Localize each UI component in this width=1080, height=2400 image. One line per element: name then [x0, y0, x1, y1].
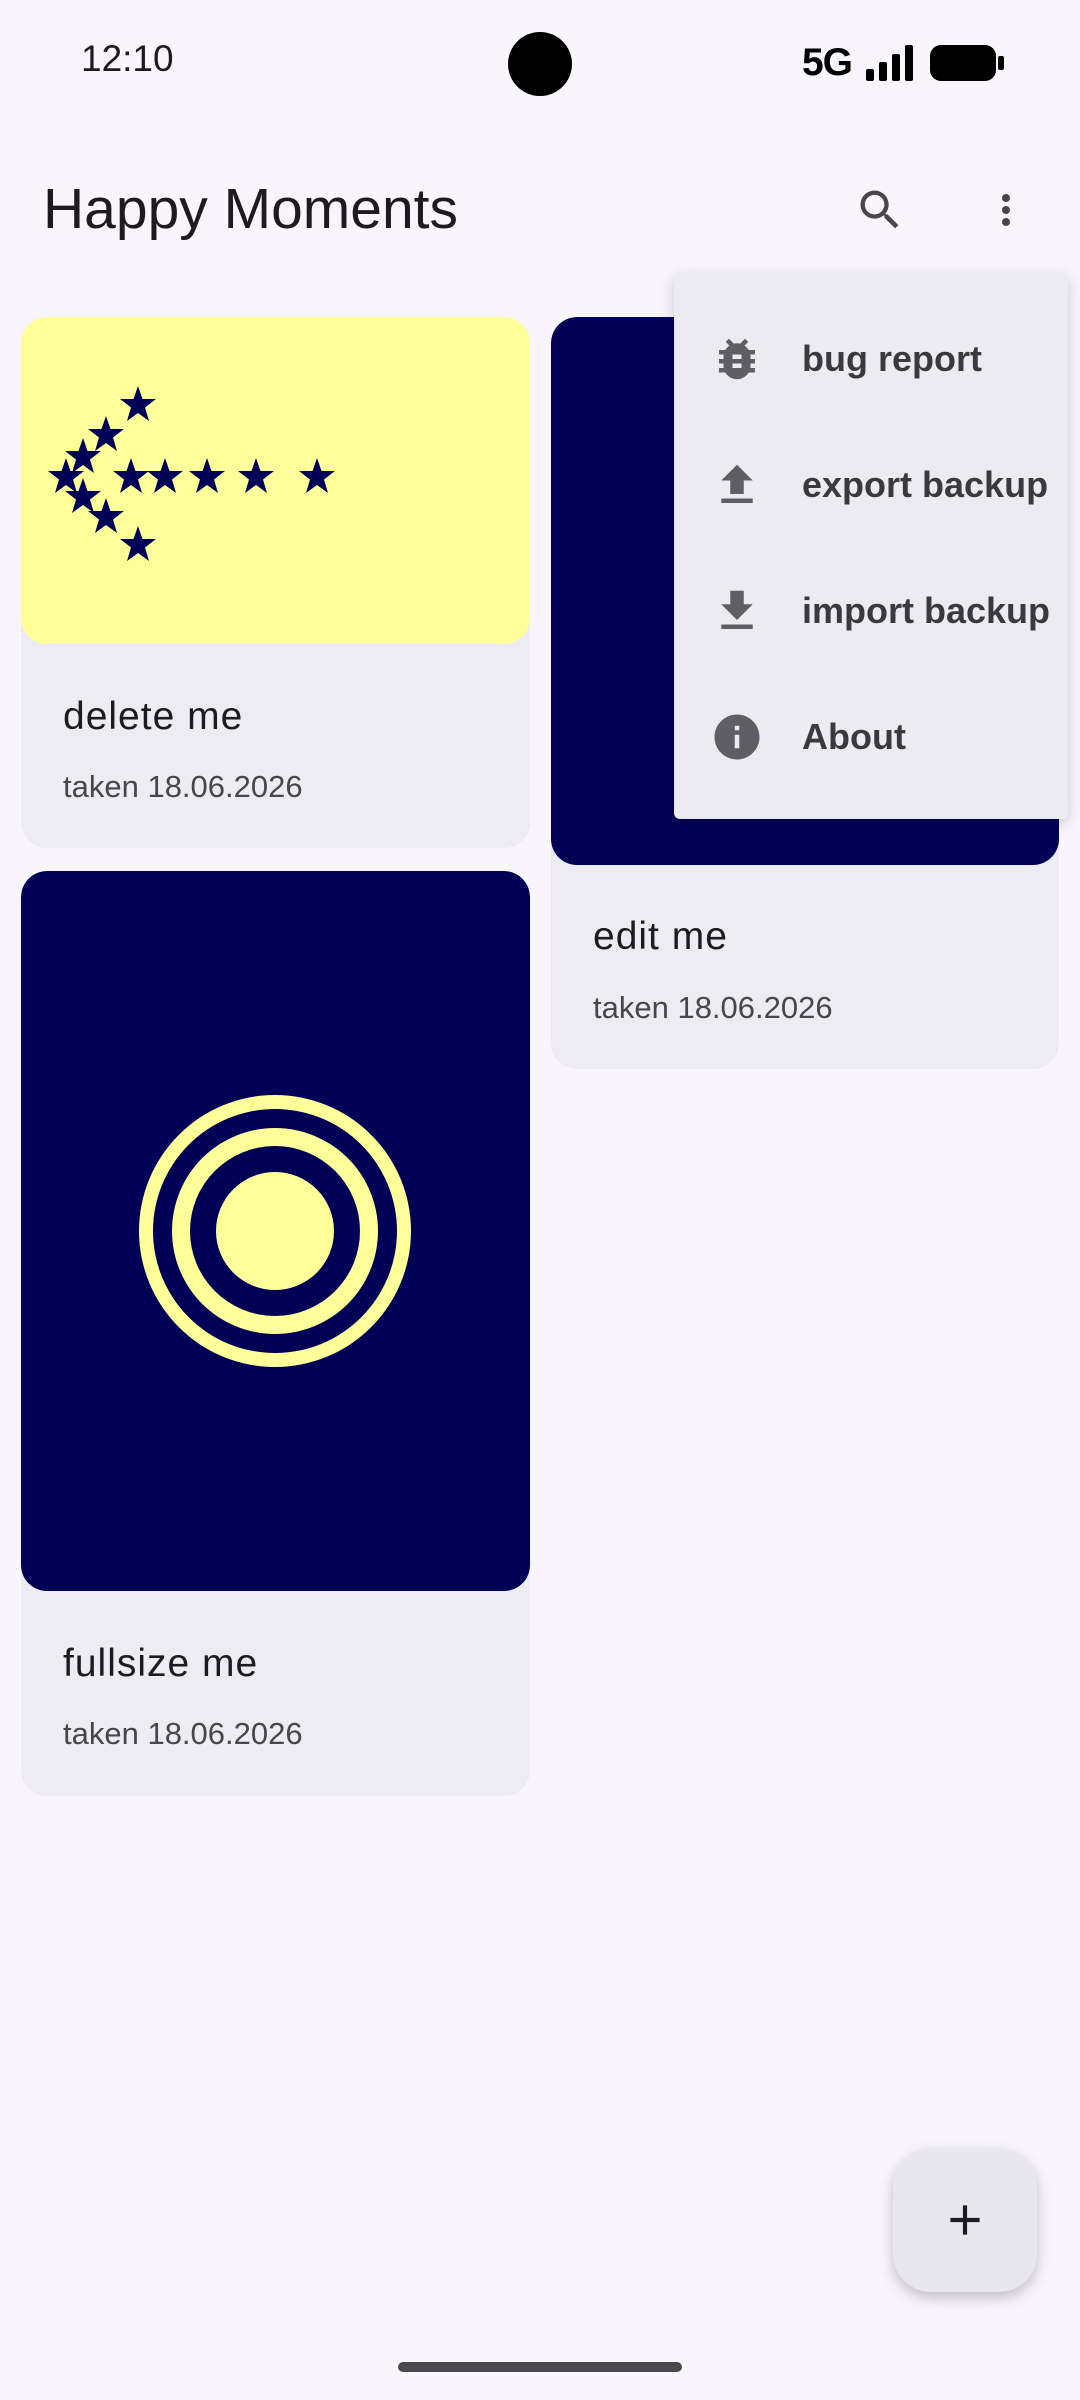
- menu-item-export-backup[interactable]: export backup: [674, 425, 1068, 545]
- download-icon: [710, 584, 764, 638]
- battery-icon: [930, 45, 1004, 81]
- card-date: taken 18.06.2026: [63, 769, 303, 804]
- menu-item-import-backup[interactable]: import backup: [674, 551, 1068, 671]
- more-options-button[interactable]: [966, 170, 1046, 250]
- add-moment-button[interactable]: [893, 2148, 1037, 2292]
- camera-cutout: [508, 32, 572, 96]
- menu-item-label: About: [802, 716, 906, 757]
- moment-image: [21, 871, 530, 1591]
- card-date: taken 18.06.2026: [593, 990, 833, 1025]
- home-indicator[interactable]: [398, 2362, 682, 2372]
- more-vert-icon: [1002, 194, 1010, 226]
- status-icons: 5G: [802, 40, 1004, 86]
- status-time: 12:10: [81, 38, 174, 79]
- moment-card[interactable]: fullsize me taken 18.06.2026: [21, 871, 530, 1796]
- network-type: 5G: [801, 41, 853, 84]
- upload-icon: [710, 458, 764, 512]
- search-icon: [860, 190, 899, 229]
- search-button[interactable]: [840, 170, 920, 250]
- concentric-circles-image: [139, 1095, 411, 1367]
- card-date: taken 18.06.2026: [63, 1716, 303, 1751]
- menu-item-label: bug report: [802, 338, 982, 379]
- bug-icon: [710, 332, 764, 386]
- info-icon: [710, 710, 764, 764]
- overflow-menu: bug report export backup import backup A…: [674, 273, 1068, 819]
- add-icon: [950, 2205, 980, 2235]
- menu-item-about[interactable]: About: [674, 677, 1068, 797]
- card-title: fullsize me: [63, 1642, 259, 1685]
- menu-item-label: export backup: [802, 464, 1049, 505]
- page-title: Happy Moments: [43, 177, 459, 241]
- menu-item-label: import backup: [802, 590, 1051, 631]
- card-title: edit me: [593, 915, 728, 958]
- card-title: delete me: [63, 695, 244, 738]
- stars-arrow-image: [48, 386, 335, 561]
- moment-image: [21, 317, 530, 644]
- menu-item-bug-report[interactable]: bug report: [674, 299, 1068, 419]
- moment-card[interactable]: delete me taken 18.06.2026: [21, 317, 530, 848]
- signal-icon: [866, 45, 913, 81]
